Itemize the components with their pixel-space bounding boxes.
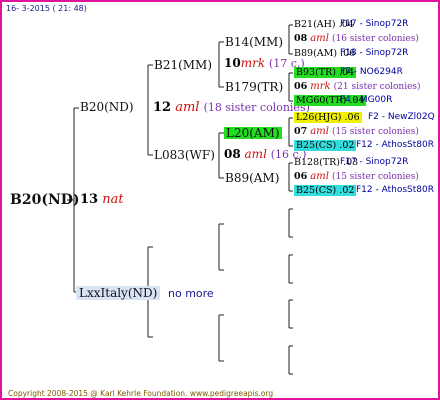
gen4-name: B25(CS)	[296, 140, 337, 151]
gen2-b21[interactable]: B21(MM)	[154, 59, 212, 71]
gen4-num: 08	[294, 33, 308, 44]
gen4-breeder: F17 - Sinop72R	[340, 19, 409, 29]
gen4-breeder: F2 - NewZl02Q	[368, 112, 435, 122]
gen4-val: .02	[339, 140, 355, 151]
gen4-num: 06	[294, 171, 308, 182]
gen4-row[interactable]: B21(AH) .04 F17 - Sinop72R	[294, 19, 408, 30]
gen4-race: aml	[310, 33, 329, 44]
gen4-name: L26(HJG)	[296, 112, 342, 123]
mother-queen[interactable]: B20(ND)	[80, 101, 134, 113]
gen4-row[interactable]: B25(CS) .02 F12 - AthosSt80R	[294, 185, 434, 196]
gen4-row[interactable]: B89(AM) .06 F18 - Sinop72R	[294, 48, 408, 59]
gen4-sisters-row: 07 aml (15 sister colonies)	[294, 127, 419, 137]
gen4-sisters-row: 06 aml (15 sister colonies)	[294, 172, 419, 182]
gen4-name: B128(TR)	[294, 157, 341, 168]
gen4-name: MG60(TR)	[296, 95, 347, 106]
gen4-breeder: F17 - Sinop72R	[340, 157, 409, 167]
root-queen[interactable]: B20(ND)	[10, 193, 80, 207]
l083-race: aml	[244, 147, 267, 161]
gen4-sisters: (16 sister colonies)	[331, 34, 419, 44]
gen4-row[interactable]: B128(TR) .03 F17 - Sinop72R	[294, 157, 408, 168]
gen2-l083[interactable]: L083(WF)	[154, 149, 215, 161]
gen4-sisters-row: 06 mrk (21 sister colonies)	[294, 82, 421, 92]
gen4-row[interactable]: B25(CS) .02 F12 - AthosSt80R	[294, 140, 434, 151]
gen4-breeder: F4 - MG00R	[340, 95, 393, 105]
root-race: nat	[102, 192, 124, 207]
gen4-row[interactable]: B93(TR) .04 F7 - NO6294R	[294, 67, 403, 78]
gen4-name: B93(TR)	[296, 67, 336, 78]
gen4-name: B25(CS)	[296, 185, 337, 196]
gen4-highlight: L26(HJG) .06	[294, 112, 362, 123]
gen4-highlight: B25(CS) .02	[294, 185, 357, 196]
gen3-l20[interactable]: L20(AM)	[224, 127, 282, 139]
gen4-sisters: (15 sister colonies)	[331, 172, 419, 182]
gen4-num: 07	[294, 126, 308, 137]
gen4-race: aml	[310, 171, 329, 182]
gen4-breeder: F18 - Sinop72R	[340, 48, 409, 58]
gen3-b89[interactable]: B89(AM)	[225, 172, 279, 184]
gen4-highlight: B25(CS) .02	[294, 140, 357, 151]
father-drone[interactable]: LxxItaly(ND)	[76, 286, 161, 300]
gen4-val: .02	[339, 185, 355, 196]
gen4-sisters-row: 08 aml (16 sister colonies)	[294, 34, 419, 44]
gen4-breeder: F12 - AthosSt80R	[356, 140, 434, 150]
gen4-num: 06	[294, 81, 308, 92]
gen4-name: B21(AH)	[294, 19, 336, 30]
copyright: Copyright 2008-2015 @ Karl Kehrle Founda…	[8, 389, 274, 398]
gen4-sisters: (21 sister colonies)	[333, 82, 421, 92]
gen3-b14[interactable]: B14(MM)	[225, 36, 283, 48]
gen3-b179[interactable]: B179(TR)	[225, 81, 283, 93]
gen4-sisters: (15 sister colonies)	[331, 127, 419, 137]
root-name: B20(ND)	[10, 192, 80, 208]
mother-race: aml	[175, 100, 200, 115]
gen4-race: aml	[310, 126, 329, 137]
gen4-row[interactable]: L26(HJG) .06 F2 - NewZl02Q	[294, 112, 435, 123]
root-info: 13 nat	[80, 193, 124, 206]
b14-race: mrk	[240, 56, 266, 70]
gen4-race: mrk	[310, 81, 331, 92]
mother-num: 12	[153, 100, 172, 115]
root-num: 13	[80, 192, 99, 207]
father-no-more: no more	[168, 287, 214, 300]
gen4-breeder: F12 - AthosSt80R	[356, 185, 434, 195]
gen4-name: B89(AM)	[294, 48, 338, 59]
gen4-breeder: F7 - NO6294R	[340, 67, 403, 77]
pedigree-frame: 16- 3-2015 ( 21: 48) B20(ND) 13 nat B20(…	[0, 0, 440, 400]
gen4-val: .06	[344, 112, 360, 123]
b14-num: 10	[224, 56, 241, 70]
mother-info: 12 aml (18 sister colonies)	[153, 101, 310, 114]
gen3-b14-info: 10mrk (17 c.)	[224, 57, 305, 69]
l083-num: 08	[224, 147, 241, 161]
gen4-row[interactable]: MG60(TR) .04 F4 - MG00R	[294, 95, 392, 106]
